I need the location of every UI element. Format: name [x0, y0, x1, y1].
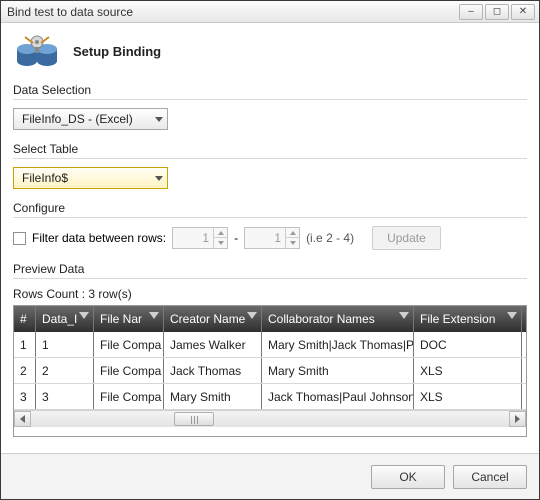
- filter-icon[interactable]: [507, 312, 517, 324]
- filter-icon[interactable]: [399, 312, 409, 324]
- data-selection-label: Data Selection: [13, 83, 527, 97]
- to-row-spin[interactable]: 1: [244, 227, 300, 249]
- data-selection-section: Data Selection FileInfo_DS - (Excel): [13, 83, 527, 130]
- minimize-button[interactable]: –: [459, 4, 483, 20]
- horizontal-scrollbar[interactable]: [14, 410, 526, 427]
- preview-section: Preview Data Rows Count : 3 row(s) # Dat…: [13, 262, 527, 437]
- spin-down[interactable]: [214, 238, 227, 248]
- table-row[interactable]: 3 3 File Compa Mary Smith Jack Thomas|Pa…: [14, 384, 526, 410]
- select-table-label: Select Table: [13, 142, 527, 156]
- configure-label: Configure: [13, 201, 527, 215]
- data-selection-combo[interactable]: FileInfo_DS - (Excel): [13, 108, 168, 130]
- select-table-section: Select Table FileInfo$: [13, 142, 527, 189]
- page-title: Setup Binding: [73, 44, 161, 59]
- col-data-id[interactable]: Data_I: [36, 306, 94, 332]
- from-row-value: 1: [173, 231, 213, 245]
- update-button[interactable]: Update: [372, 226, 441, 250]
- from-row-spin[interactable]: 1: [172, 227, 228, 249]
- separator: [13, 278, 527, 279]
- range-separator: -: [234, 231, 238, 245]
- scroll-thumb[interactable]: [174, 412, 214, 426]
- spin-down[interactable]: [286, 238, 299, 248]
- binding-icon: [15, 33, 59, 69]
- titlebar: Bind test to data source – ◻ ✕: [1, 1, 539, 23]
- table-header: # Data_I File Nar Creator Name Collabora…: [14, 306, 526, 332]
- preview-label: Preview Data: [13, 262, 527, 276]
- cancel-button[interactable]: Cancel: [453, 465, 527, 489]
- rows-count-label: Rows Count : 3 row(s): [13, 287, 527, 301]
- chevron-down-icon: [155, 117, 163, 122]
- maximize-button[interactable]: ◻: [485, 4, 509, 20]
- configure-section: Configure Filter data between rows: 1 - …: [13, 201, 527, 250]
- spin-arrows: [285, 228, 299, 248]
- filter-icon[interactable]: [247, 312, 257, 324]
- scroll-right-button[interactable]: [509, 411, 526, 427]
- col-extension[interactable]: File Extension: [414, 306, 522, 332]
- header: Setup Binding: [13, 33, 527, 69]
- col-index[interactable]: #: [14, 306, 36, 332]
- select-table-combo[interactable]: FileInfo$: [13, 167, 168, 189]
- dialog-footer: OK Cancel: [1, 453, 539, 499]
- filter-icon[interactable]: [79, 312, 89, 324]
- table-row[interactable]: 2 2 File Compa Jack Thomas Mary Smith XL…: [14, 358, 526, 384]
- close-button[interactable]: ✕: [511, 4, 535, 20]
- spin-up[interactable]: [214, 228, 227, 238]
- spin-up[interactable]: [286, 228, 299, 238]
- ok-button[interactable]: OK: [371, 465, 445, 489]
- col-creator[interactable]: Creator Name: [164, 306, 262, 332]
- scroll-left-button[interactable]: [14, 411, 31, 427]
- separator: [13, 99, 527, 100]
- data-selection-value: FileInfo_DS - (Excel): [22, 112, 133, 126]
- separator: [13, 158, 527, 159]
- spin-arrows: [213, 228, 227, 248]
- filter-label: Filter data between rows:: [32, 231, 166, 245]
- preview-table: # Data_I File Nar Creator Name Collabora…: [13, 305, 527, 437]
- select-table-value: FileInfo$: [22, 171, 68, 185]
- filter-icon[interactable]: [149, 312, 159, 324]
- col-collaborators[interactable]: Collaborator Names: [262, 306, 414, 332]
- col-file-name[interactable]: File Nar: [94, 306, 164, 332]
- window-title: Bind test to data source: [7, 5, 457, 19]
- to-row-value: 1: [245, 231, 285, 245]
- dialog-content: Setup Binding Data Selection FileInfo_DS…: [1, 23, 539, 453]
- separator: [13, 217, 527, 218]
- chevron-down-icon: [155, 176, 163, 181]
- dialog-window: Bind test to data source – ◻ ✕: [0, 0, 540, 500]
- filter-checkbox[interactable]: [13, 232, 26, 245]
- range-hint: (i.e 2 - 4): [306, 231, 354, 245]
- table-row[interactable]: 1 1 File Compa James Walker Mary Smith|J…: [14, 332, 526, 358]
